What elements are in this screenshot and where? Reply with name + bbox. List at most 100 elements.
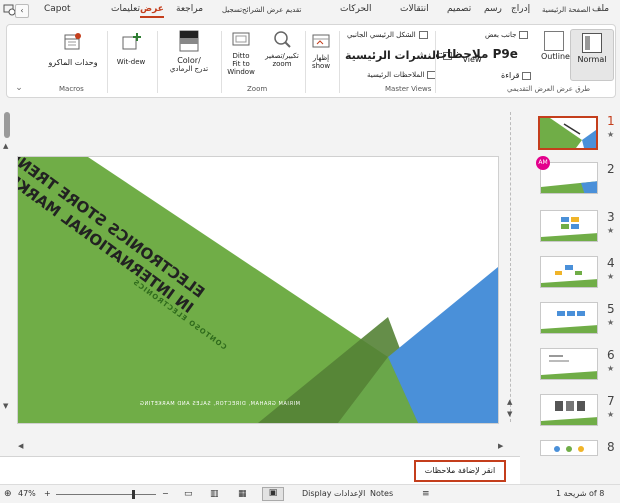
scroll-left-arrow-icon[interactable]: ◀ bbox=[18, 442, 23, 450]
tab-draw[interactable]: رسم bbox=[484, 4, 502, 14]
thumbnail-graphic bbox=[554, 446, 584, 452]
macros-icon bbox=[64, 33, 81, 50]
thumbnail-number-7: 7 bbox=[607, 394, 615, 408]
outline-view-button[interactable]: Outline View bbox=[541, 31, 591, 61]
magnifier-icon bbox=[274, 31, 291, 48]
color-grayscale-button[interactable]: Color/ تدرج الرمادي bbox=[161, 29, 217, 73]
show-icon bbox=[312, 34, 330, 48]
group-separator bbox=[305, 31, 306, 93]
tab-help[interactable]: تعليمات bbox=[111, 4, 140, 14]
prev-slide-arrow-icon[interactable]: ▲ bbox=[507, 398, 512, 406]
group-separator bbox=[157, 31, 158, 93]
slide-thumbnail-7[interactable] bbox=[540, 394, 598, 426]
notes-placeholder[interactable]: انقر لإضافة ملاحظات bbox=[414, 460, 506, 482]
sorter-view-icon[interactable]: ▦ bbox=[238, 489, 247, 499]
slide-thumbnail-8[interactable] bbox=[540, 440, 598, 456]
thumbnail-graphic bbox=[541, 181, 597, 193]
slide-sorter-button[interactable]: View bbox=[459, 55, 485, 64]
slide-presenter[interactable]: MIRIAM GRAHAM, DIRECTOR, SALES AND MARKE… bbox=[70, 401, 300, 407]
horizontal-scrollbar[interactable]: ◀ ▶ bbox=[18, 442, 518, 454]
tab-review[interactable]: مراجعة bbox=[176, 4, 203, 14]
slide-background-graphic bbox=[18, 157, 498, 423]
scroll-down-arrow-icon[interactable]: ▼ bbox=[3, 402, 8, 410]
animation-star-icon: ★ bbox=[607, 130, 615, 139]
macros-label: وحدات الماكرو bbox=[48, 58, 98, 67]
notes-master-button[interactable]: الملاحظات الرئيسية bbox=[367, 71, 437, 79]
show-button[interactable]: إظهار show bbox=[307, 31, 335, 70]
thumbnail-number-5: 5 bbox=[607, 302, 615, 316]
slide-master-small-button[interactable]: الشكل الرئيسي الجانبي bbox=[347, 31, 428, 39]
thumbnail-number-1: 1 bbox=[607, 114, 615, 128]
scroll-right-arrow-icon[interactable]: ▶ bbox=[498, 442, 503, 450]
author-avatar[interactable]: AM bbox=[536, 156, 550, 170]
tab-animations[interactable]: الحركات bbox=[340, 4, 372, 14]
ribbon: وحدات الماكرو Macros Wit-dew Color/ تدرج… bbox=[6, 24, 616, 98]
zoom-slider[interactable] bbox=[56, 490, 156, 499]
normal-view-button[interactable]: Normal bbox=[570, 29, 614, 81]
tab-home[interactable]: الصفحة الرئيسية bbox=[542, 6, 590, 14]
zoom-group-label: Zoom bbox=[247, 85, 268, 93]
fit-to-window-button[interactable]: Ditto Fit to Window bbox=[223, 29, 259, 76]
thumbnail-graphic bbox=[541, 401, 597, 425]
thumbnail-number-6: 6 bbox=[607, 348, 615, 362]
display-settings-button[interactable]: Display الإعدادات bbox=[302, 489, 365, 498]
notes-icon: ≡ bbox=[422, 489, 430, 499]
slide-thumbnail-1[interactable] bbox=[538, 116, 598, 150]
slide-thumbnail-pane: 1 ★ AM 2 3 ★ 4 ★ 5 ★ 6 ★ 7 ★ 8 bbox=[522, 104, 620, 456]
tab-transitions[interactable]: انتقالات bbox=[400, 4, 429, 14]
tab-overflow-button[interactable]: ‹ bbox=[15, 4, 29, 18]
notes-button[interactable]: Notes bbox=[370, 489, 393, 498]
reading-view-button[interactable]: جانب بعض bbox=[485, 31, 529, 39]
fit-sub2-label: Window bbox=[227, 68, 255, 76]
notes-pane[interactable]: انقر لإضافة ملاحظات bbox=[0, 456, 520, 484]
zoom-button[interactable]: تكبير/تصغير zoom bbox=[261, 29, 303, 68]
macros-group-label: Macros bbox=[59, 85, 84, 93]
tab-insert[interactable]: إدراج bbox=[511, 4, 530, 14]
slide-canvas[interactable]: ELECTRONICS STORE TRENDS IN INTERNATIONA… bbox=[18, 157, 498, 423]
tab-design[interactable]: تصميم bbox=[447, 4, 471, 14]
thumbnail-number-3: 3 bbox=[607, 210, 615, 224]
zoom-percent[interactable]: 47% bbox=[18, 489, 36, 498]
zoom-label: تكبير/تصغير bbox=[265, 52, 299, 60]
thumbnail-graphic bbox=[541, 217, 597, 241]
normal-view-status-icon[interactable]: ▣ bbox=[262, 487, 284, 501]
tab-slideshow[interactable]: تقديم عرض الشرائح bbox=[242, 6, 301, 14]
reading-view-icon[interactable]: ▥ bbox=[210, 489, 219, 499]
tab-file[interactable]: ملف bbox=[592, 4, 609, 14]
collapse-ribbon-button[interactable]: ⌄ bbox=[13, 83, 25, 93]
slide-counter: شريحة 1 of 8 bbox=[556, 489, 605, 498]
zoom-in-icon[interactable]: + bbox=[44, 489, 51, 498]
thumbnail-graphic bbox=[541, 311, 597, 333]
normal-view-icon bbox=[582, 33, 602, 53]
normal-view-label: Normal bbox=[577, 55, 607, 64]
master-views-group-label: Master Views bbox=[385, 85, 432, 93]
animation-star-icon: ★ bbox=[607, 410, 615, 419]
fit-sub-label: Fit to bbox=[232, 60, 250, 68]
show-sub-label: show bbox=[311, 62, 331, 70]
next-slide-arrow-icon[interactable]: ▼ bbox=[507, 410, 512, 418]
slide-thumbnail-4[interactable] bbox=[540, 256, 598, 288]
left-vertical-scrollbar[interactable]: ▲ ▼ bbox=[2, 112, 12, 422]
slide-thumbnail-6[interactable] bbox=[540, 348, 598, 380]
notes-page-button[interactable]: قراءة bbox=[501, 71, 532, 80]
tab-capot[interactable]: Capot bbox=[44, 4, 71, 14]
slide-master-small-label: الشكل الرئيسي الجانبي bbox=[347, 31, 416, 39]
tab-view[interactable]: عرض bbox=[140, 4, 164, 18]
slide-thumbnail-5[interactable] bbox=[540, 302, 598, 334]
zoom-fit-icon[interactable]: ⊕ bbox=[4, 489, 12, 499]
fit-window-icon bbox=[232, 32, 250, 46]
new-window-button[interactable]: Wit-dew bbox=[111, 31, 151, 66]
zoom-slider-thumb[interactable] bbox=[132, 490, 135, 499]
scroll-thumb[interactable] bbox=[4, 112, 10, 138]
zoom-out-icon[interactable]: − bbox=[162, 489, 169, 498]
animation-star-icon: ★ bbox=[607, 318, 615, 327]
slide-thumbnail-3[interactable] bbox=[540, 210, 598, 242]
macros-button[interactable]: وحدات الماكرو bbox=[43, 31, 103, 67]
slideshow-view-icon[interactable]: ▭ bbox=[184, 489, 193, 499]
show-label: إظهار bbox=[312, 54, 330, 62]
tab-record[interactable]: تسجيل bbox=[222, 6, 242, 14]
scroll-up-arrow-icon[interactable]: ▲ bbox=[3, 142, 8, 150]
presentation-views-group-label: طرق عرض العرض التقديمي bbox=[507, 85, 591, 93]
status-bar: ⊕ 47% + − ▭ ▥ ▦ ▣ Display الإعدادات Note… bbox=[0, 484, 620, 503]
thumbnail-number-8: 8 bbox=[607, 440, 615, 454]
